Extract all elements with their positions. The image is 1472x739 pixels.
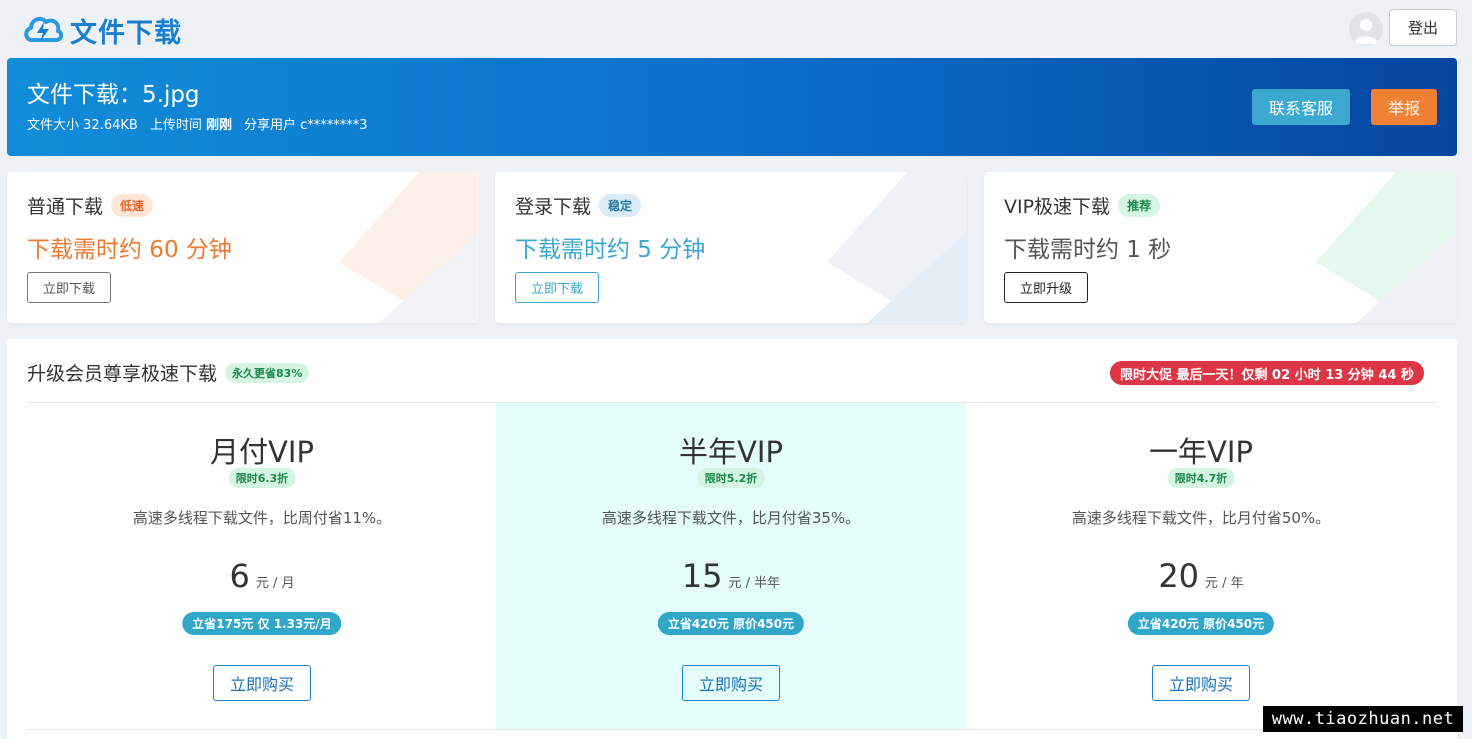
login-download-button[interactable]: 立即下载 — [515, 272, 600, 303]
upload-time-label: 上传时间 — [149, 118, 202, 133]
download-time: 下载需时约 60 分钟 — [27, 237, 232, 263]
card-decoration — [339, 172, 479, 323]
plan-price-amount: 6 — [229, 557, 250, 595]
plan-description: 高速多线程下载文件，比月付省35%。 — [601, 509, 861, 527]
download-now-button[interactable]: 立即下载 — [27, 272, 112, 303]
plan-price: 15 元 / 半年 — [496, 557, 966, 595]
file-size-value: 32.64KB — [83, 118, 138, 133]
upload-time: 上传时间 刚刚 — [150, 114, 232, 133]
upgrade-now-button[interactable]: 立即升级 — [1004, 272, 1089, 303]
plan-discount-badge: 限时5.2折 — [697, 468, 765, 488]
vip-download-card: VIP极速下载 推荐 下载需时约 1 秒 立即升级 — [984, 172, 1456, 323]
download-option-title: 普通下载 — [27, 196, 104, 218]
speed-tag: 推荐 — [1118, 194, 1161, 217]
plan-price-unit: 元 / 半年 — [728, 576, 781, 591]
user-avatar-icon[interactable] — [1349, 12, 1383, 46]
plan-name: 一年VIP — [1149, 435, 1253, 469]
buy-now-button[interactable]: 立即购买 — [213, 665, 311, 701]
plan-price-amount: 20 — [1158, 557, 1200, 595]
plan-price-unit: 元 / 月 — [255, 576, 295, 591]
contact-support-button[interactable]: 联系客服 — [1252, 89, 1350, 125]
plan-saving-badge: 立省420元 原价450元 — [657, 612, 805, 635]
plan-description: 高速多线程下载文件，比月付省50%。 — [1071, 509, 1331, 527]
plan-name: 月付VIP — [210, 435, 314, 469]
plan-half-year: 半年VIP 限时5.2折 高速多线程下载文件，比月付省35%。 15 元 / 半年… — [496, 403, 966, 729]
plan-price: 6 元 / 月 — [27, 557, 497, 595]
buy-now-button[interactable]: 立即购买 — [682, 665, 780, 701]
plan-price-amount: 15 — [681, 557, 723, 595]
logout-button[interactable]: 登出 — [1389, 9, 1457, 46]
card-decoration — [1316, 172, 1456, 323]
promo-countdown-badge: 限时大促 最后一天！仅剩 02 小时 13 分钟 44 秒 — [1110, 361, 1424, 385]
download-option-title: VIP极速下载 — [1004, 196, 1111, 218]
plan-monthly: 月付VIP 限时6.3折 高速多线程下载文件，比周付省11%。 6 元 / 月 立… — [27, 403, 497, 729]
file-banner: 文件下载：5.jpg 文件大小 32.64KB 上传时间 刚刚 分享用户 c**… — [7, 58, 1457, 156]
speed-tag: 稳定 — [599, 194, 642, 217]
vip-section-title: 升级会员尊享极速下载 — [27, 363, 218, 385]
file-size: 文件大小 32.64KB — [27, 114, 138, 133]
login-download-card: 登录下载 稳定 下载需时约 5 分钟 立即下载 — [495, 172, 967, 323]
logo[interactable]: 文件下载 — [22, 10, 182, 50]
cloud-lightning-icon — [22, 10, 64, 50]
plan-price: 20 元 / 年 — [966, 557, 1436, 595]
buy-now-button[interactable]: 立即购买 — [1152, 665, 1250, 701]
upload-time-value: 刚刚 — [205, 118, 232, 133]
plan-yearly: 一年VIP 限时4.7折 高速多线程下载文件，比月付省50%。 20 元 / 年 … — [966, 403, 1436, 729]
divider — [27, 729, 1437, 730]
file-meta: 文件大小 32.64KB 上传时间 刚刚 分享用户 c********3 — [27, 114, 368, 133]
normal-download-card: 普通下载 低速 下载需时约 60 分钟 立即下载 — [7, 172, 479, 323]
plan-saving-badge: 立省175元 仅 1.33元/月 — [182, 612, 342, 635]
top-bar: 文件下载 登出 — [0, 0, 1472, 58]
watermark: www.tiaozhuan.net — [1263, 706, 1463, 732]
plan-discount-badge: 限时6.3折 — [228, 468, 296, 488]
sharer-value: c********3 — [300, 118, 368, 133]
file-size-label: 文件大小 — [27, 118, 80, 133]
file-title: 文件下载：5.jpg — [27, 82, 200, 108]
plan-saving-badge: 立省420元 原价450元 — [1127, 612, 1275, 635]
plan-discount-badge: 限时4.7折 — [1167, 468, 1235, 488]
download-time: 下载需时约 1 秒 — [1004, 237, 1172, 263]
vip-upgrade-section: 升级会员尊享极速下载 永久更省83% 限时大促 最后一天！仅剩 02 小时 13… — [7, 339, 1457, 739]
download-time: 下载需时约 5 分钟 — [515, 237, 706, 263]
speed-tag: 低速 — [111, 194, 154, 217]
plan-description: 高速多线程下载文件，比周付省11%。 — [132, 509, 392, 527]
vip-saving-tag: 永久更省83% — [225, 362, 310, 383]
plan-price-unit: 元 / 年 — [1205, 576, 1244, 591]
sharer-label: 分享用户 — [244, 118, 297, 133]
logo-text: 文件下载 — [70, 17, 182, 49]
plan-name: 半年VIP — [679, 435, 783, 469]
card-decoration — [827, 172, 967, 323]
sharer: 分享用户 c********3 — [244, 114, 368, 133]
download-option-title: 登录下载 — [515, 196, 592, 218]
report-button[interactable]: 举报 — [1371, 89, 1437, 125]
